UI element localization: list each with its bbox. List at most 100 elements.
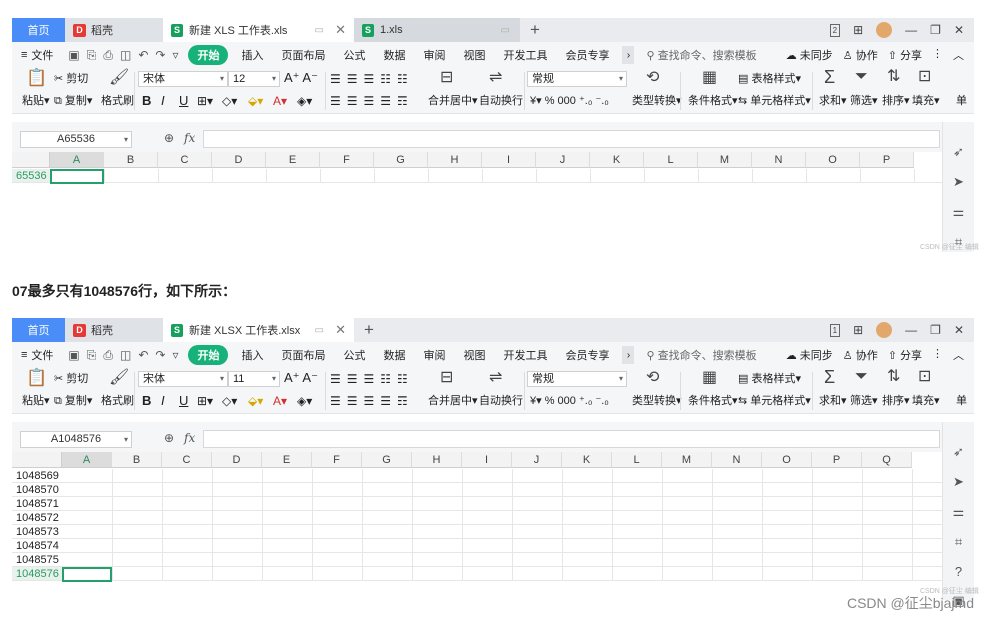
filter-icon[interactable]: ⏷ [855,369,868,385]
table-row[interactable] [62,511,942,525]
tab-home[interactable]: 首页 [12,318,65,342]
column-header[interactable]: B [112,452,162,468]
filter-button[interactable]: 筛选▾ [850,394,878,408]
column-header[interactable]: H [428,152,482,168]
row-header[interactable]: 1048571 [12,497,62,511]
column-header[interactable]: K [562,452,612,468]
column-header[interactable]: A [50,152,104,168]
font-grow-icon[interactable]: A⁺ A⁻ [284,371,318,385]
close-tab-icon[interactable]: ✕ [335,322,346,338]
print-icon[interactable]: ⎙ [103,48,113,63]
merge-center-button[interactable]: 合并居中▾ [428,94,478,108]
row-header[interactable]: 1048569 [12,469,62,483]
column-header[interactable]: P [860,152,914,168]
cut-button[interactable]: ✂ 剪切 [54,72,88,86]
copy-button[interactable]: ⧉ 复制▾ [54,94,92,108]
split-view-icon[interactable]: 1 [829,323,841,337]
row-header[interactable]: 65536 [12,169,50,183]
collab-button[interactable]: ♙ 协作 [843,47,878,63]
table-style-button[interactable]: ▤ 表格样式▾ [738,72,801,86]
menu-file[interactable]: 文件 [29,347,62,363]
active-cell[interactable] [50,169,104,184]
wrap-icon[interactable]: ⇌ [489,70,502,86]
font-color-icon[interactable]: A▾ [273,394,287,408]
conditional-format-button[interactable]: 条件格式▾ [688,394,738,408]
italic-button[interactable]: I [161,394,165,408]
column-header[interactable]: N [712,452,762,468]
menu-page-layout[interactable]: 页面布局 [272,47,334,63]
column-header[interactable]: F [312,452,362,468]
number-format-buttons[interactable]: ¥▾ % 000 ⁺.₀ ⁻.₀ [530,94,609,108]
column-header[interactable]: C [158,152,212,168]
export-icon[interactable]: ⎘ [87,348,97,363]
sync-button[interactable]: ☁ 未同步 [786,347,833,363]
number-format-select[interactable]: 常规 ▾ [527,71,627,87]
redo-icon[interactable]: ↷ [155,48,165,63]
name-box[interactable]: A65536 ▾ [20,131,132,148]
sort-icon[interactable]: ⇅ [887,369,900,385]
underline-button[interactable]: U [179,394,188,408]
number-format-select[interactable]: 常规 ▾ [527,371,627,387]
copy-button[interactable]: ⧉ 复制▾ [54,394,92,408]
tab-file-active[interactable]: S 新建 XLS 工作表.xls ▭ ✕ [163,18,354,42]
column-header[interactable]: F [320,152,374,168]
column-header[interactable]: Q [862,452,912,468]
table-row[interactable] [62,539,942,553]
column-header[interactable]: M [662,452,712,468]
menu-formula[interactable]: 公式 [334,47,374,63]
sheet-grid[interactable]: A B C D E F G H I J K L M N O P Q 1048569 1048570 1048571 10… [12,452,942,582]
font-size-select[interactable]: 11 ▾ [228,371,280,387]
row-header[interactable]: 1048574 [12,539,62,553]
sum-button[interactable]: 求和▾ [819,94,847,108]
column-header[interactable]: K [590,152,644,168]
new-tab-button[interactable]: + [520,18,550,42]
select-all-corner[interactable] [12,152,50,168]
clear-format-icon[interactable]: ◈▾ [297,94,312,108]
border-icon[interactable]: ⊞▾ [197,394,213,408]
close-tab-icon[interactable]: ✕ [335,22,346,38]
bold-button[interactable]: B [142,394,151,408]
column-header[interactable]: B [104,152,158,168]
column-header[interactable]: D [212,452,262,468]
cell-style-button[interactable]: ⇆ 单元格样式▾ [738,94,811,108]
column-header[interactable]: G [374,152,428,168]
column-header[interactable]: P [812,452,862,468]
rocket-icon[interactable]: ➶ [953,144,964,160]
share-button[interactable]: ⇧ 分享 [888,47,922,63]
format-painter-icon[interactable]: 🖌 [109,370,129,386]
bold-button[interactable]: B [142,94,151,108]
tab-file-active[interactable]: S 新建 XLSX 工作表.xlsx ▭ ✕ [163,318,354,342]
share-button[interactable]: ⇧ 分享 [888,347,922,363]
merge-center-button[interactable]: 合并居中▾ [428,394,478,408]
italic-button[interactable]: I [161,94,165,108]
row-header[interactable]: 1048572 [12,511,62,525]
format-painter-button[interactable]: 格式刷 [101,394,134,408]
font-name-select[interactable]: 宋体 ▾ [138,371,228,387]
undo-icon[interactable]: ↶ [138,48,148,63]
column-header[interactable]: D [212,152,266,168]
table-row[interactable] [62,483,942,497]
column-header[interactable]: I [482,152,536,168]
tab-file-other[interactable]: S 1.xls ▭ [354,18,520,42]
conditional-format-icon[interactable]: ▦ [702,70,717,86]
convert-icon[interactable]: ⟲ [646,70,659,86]
column-header[interactable]: I [462,452,512,468]
type-convert-button[interactable]: 类型转换▾ [632,94,682,108]
zoom-search-icon[interactable]: ⊕ [164,131,174,145]
vertical-align-icons[interactable]: ☰☰☰☷☷ [330,72,414,86]
cut-button[interactable]: ✂ 剪切 [54,372,88,386]
column-header[interactable]: L [612,452,662,468]
column-header[interactable]: C [162,452,212,468]
help-icon[interactable]: ? [955,564,962,579]
column-header[interactable]: J [512,452,562,468]
column-header[interactable]: M [698,152,752,168]
formula-input[interactable] [203,430,940,448]
menu-insert[interactable]: 插入 [232,347,272,363]
sync-button[interactable]: ☁ 未同步 [786,47,833,63]
menu-view[interactable]: 视图 [454,347,494,363]
font-grow-icon[interactable]: A⁺ A⁻ [284,71,318,85]
table-row[interactable] [62,469,942,483]
table-row[interactable] [62,567,942,581]
fill-button[interactable]: 填充▾ [912,394,940,408]
fx-icon[interactable]: fx [184,131,195,145]
